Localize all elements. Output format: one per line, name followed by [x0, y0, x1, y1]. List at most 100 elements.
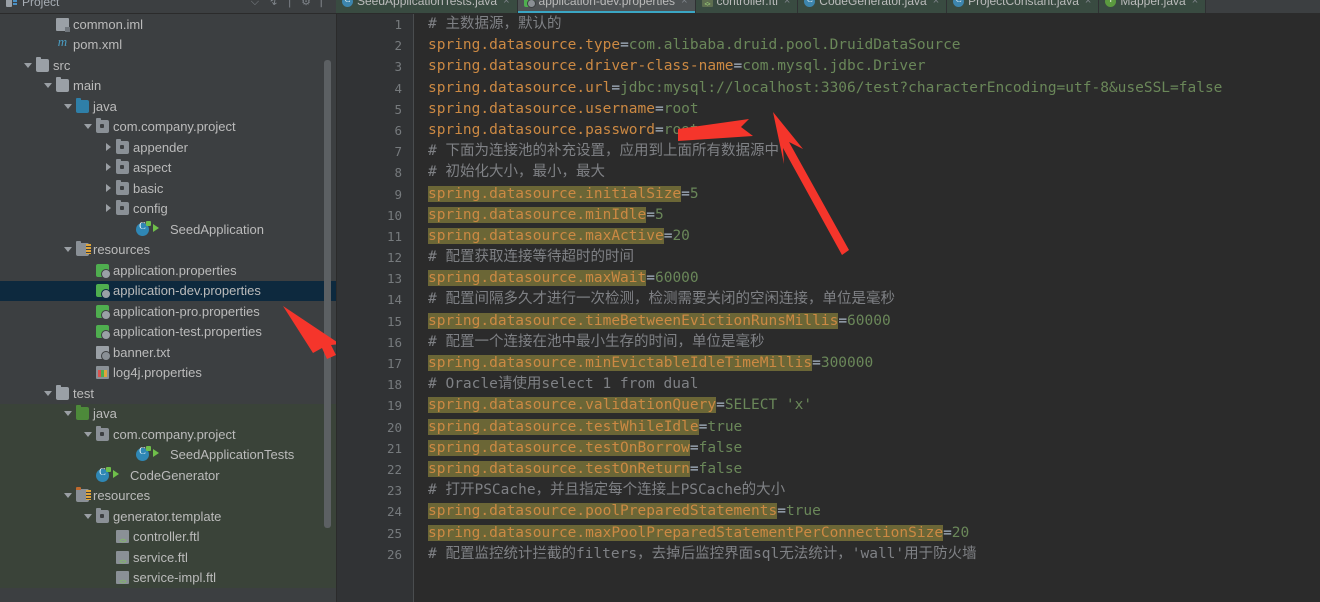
- chevron-down-icon[interactable]: [64, 409, 73, 418]
- tree-item-generator-template[interactable]: generator.template: [0, 506, 336, 527]
- editor-tab-seedapplicationtests-java[interactable]: SeedApplicationTests.java ×: [336, 0, 518, 13]
- tab-label: application-dev.properties: [538, 0, 676, 8]
- code-line[interactable]: spring.datasource.timeBetweenEvictionRun…: [414, 311, 1320, 332]
- tree-item-aspect[interactable]: aspect: [0, 158, 336, 179]
- tree-item-test[interactable]: test: [0, 383, 336, 404]
- code-line[interactable]: # Oracle请使用select 1 from dual: [414, 374, 1320, 395]
- tree-item-application-properties[interactable]: application.properties: [0, 260, 336, 281]
- tree-item-resources[interactable]: resources: [0, 240, 336, 261]
- chevron-right-icon[interactable]: [104, 163, 113, 172]
- tree-item-com-company-project[interactable]: com.company.project: [0, 424, 336, 445]
- close-icon[interactable]: ×: [1085, 0, 1091, 7]
- tree-item-pom-xml[interactable]: pom.xml: [0, 34, 336, 56]
- code-line[interactable]: # 初始化大小，最小，最大: [414, 162, 1320, 183]
- code-line[interactable]: # 下面为连接池的补充设置，应用到上面所有数据源中: [414, 141, 1320, 162]
- code-line[interactable]: spring.datasource.url=jdbc:mysql://local…: [414, 78, 1320, 99]
- chevron-down-icon[interactable]: [84, 122, 93, 131]
- code-line[interactable]: spring.datasource.minEvictableIdleTimeMi…: [414, 353, 1320, 374]
- editor-tab-controller-ftl[interactable]: controller.ftl ×: [695, 0, 799, 13]
- code-line[interactable]: spring.datasource.minIdle=5: [414, 205, 1320, 226]
- code-operator: =: [620, 37, 629, 54]
- line-number: 14: [386, 292, 402, 308]
- editor-tab-projectconstant-java[interactable]: ProjectConstant.java ×: [947, 0, 1100, 13]
- tree-item-config[interactable]: config: [0, 199, 336, 220]
- property-key: spring.datasource.url: [428, 79, 612, 96]
- code-line[interactable]: spring.datasource.maxPoolPreparedStateme…: [414, 523, 1320, 544]
- tab-label: controller.ftl: [716, 0, 778, 8]
- code-line[interactable]: # 主数据源，默认的: [414, 14, 1320, 35]
- chevron-right-icon[interactable]: [104, 142, 113, 152]
- editor-gutter[interactable]: 1 2 3 4 5 6 7 8 9 10 11 12 13 14 15 16 17 18 19 20 21 22 23 24 2…: [337, 14, 414, 602]
- editor-code-area[interactable]: # 主数据源，默认的 spring.datasource.type=com.ali…: [414, 14, 1320, 602]
- tree-item-application-pro-properties[interactable]: application-pro.properties: [0, 301, 336, 322]
- tree-item-java[interactable]: java: [0, 96, 336, 117]
- tree-item-appender[interactable]: appender: [0, 137, 336, 158]
- code-line[interactable]: spring.datasource.driver-class-name=com.…: [414, 56, 1320, 77]
- tree-item-banner-txt[interactable]: banner.txt: [0, 342, 336, 363]
- chevron-down-icon[interactable]: [64, 102, 73, 111]
- code-line[interactable]: spring.datasource.poolPreparedStatements…: [414, 501, 1320, 522]
- property-value: SELECT 'x': [724, 397, 813, 414]
- code-line[interactable]: spring.datasource.initialSize=5: [414, 184, 1320, 205]
- close-icon[interactable]: ×: [1192, 0, 1198, 7]
- tree-item-codegenerator[interactable]: CodeGenerator: [0, 465, 336, 486]
- tree-item-controller-ftl[interactable]: controller.ftl: [0, 526, 336, 547]
- tree-item-com-company-project[interactable]: com.company.project: [0, 117, 336, 138]
- editor-tab-application-dev-properties[interactable]: application-dev.properties ×: [517, 0, 696, 13]
- chevron-down-icon[interactable]: [84, 430, 93, 439]
- editor-tab-mapper-java[interactable]: Mapper.java ×: [1099, 0, 1207, 13]
- chevron-down-icon[interactable]: [24, 61, 33, 70]
- tree-item-src[interactable]: src: [0, 55, 336, 76]
- chevron-down-icon[interactable]: [44, 81, 53, 90]
- tree-item-seedapplication[interactable]: SeedApplication: [0, 219, 336, 240]
- code-line[interactable]: spring.datasource.maxWait=60000: [414, 268, 1320, 289]
- code-line[interactable]: spring.datasource.username=root: [414, 99, 1320, 120]
- code-line[interactable]: spring.datasource.validationQuery=SELECT…: [414, 395, 1320, 416]
- chevron-down-icon[interactable]: [64, 491, 73, 500]
- sidebar-scrollbar[interactable]: [324, 60, 331, 528]
- close-icon[interactable]: ×: [933, 0, 939, 7]
- chevron-down-icon[interactable]: [44, 389, 53, 398]
- code-line[interactable]: # 打开PSCache，并且指定每个连接上PSCache的大小: [414, 480, 1320, 501]
- close-icon[interactable]: ×: [784, 0, 790, 7]
- tree-item-resources[interactable]: resources: [0, 485, 336, 506]
- code-comment: # 主数据源，默认的: [428, 16, 562, 32]
- properties-file-icon: [96, 284, 111, 300]
- code-editor[interactable]: 1 2 3 4 5 6 7 8 9 10 11 12 13 14 15 16 17 18 19 20 21 22 23 24 2…: [337, 14, 1320, 602]
- code-line[interactable]: spring.datasource.testOnBorrow=false: [414, 438, 1320, 459]
- tree-item-common-iml[interactable]: common.iml: [0, 14, 336, 35]
- chevron-right-icon[interactable]: [104, 204, 113, 213]
- tree-item-basic[interactable]: basic: [0, 178, 336, 199]
- hide-icon[interactable]: ⎸: [321, 0, 332, 8]
- close-icon[interactable]: ×: [503, 0, 509, 7]
- chevron-down-icon[interactable]: [84, 512, 93, 521]
- tree-item-seedapplicationtests[interactable]: SeedApplicationTests: [0, 444, 336, 465]
- project-tree-panel[interactable]: common.iml pom.xmlsrcmain java com.company.…: [0, 14, 337, 602]
- code-line[interactable]: spring.datasource.testWhileIdle=true: [414, 417, 1320, 438]
- code-line[interactable]: spring.datasource.password=root: [414, 120, 1320, 141]
- code-line[interactable]: # 配置获取连接等待超时的时间: [414, 247, 1320, 268]
- tree-item-application-test-properties[interactable]: application-test.properties: [0, 322, 336, 343]
- tree-item-main[interactable]: main: [0, 76, 336, 97]
- locate-icon[interactable]: ↯: [269, 0, 278, 8]
- tree-item-java[interactable]: java: [0, 403, 336, 424]
- editor-tab-codegenerator-java[interactable]: CodeGenerator.java ×: [798, 0, 948, 13]
- line-number: 13: [386, 271, 402, 287]
- code-line[interactable]: # 配置监控统计拦截的filters，去掉后监控界面sql无法统计，'wall'…: [414, 544, 1320, 565]
- tree-item-service-ftl[interactable]: service.ftl: [0, 547, 336, 568]
- close-icon[interactable]: ×: [681, 0, 687, 7]
- tree-item-label: log4j.properties: [113, 365, 202, 381]
- code-line[interactable]: # 配置一个连接在池中最小生存的时间，单位是毫秒: [414, 332, 1320, 353]
- code-line[interactable]: spring.datasource.maxActive=20: [414, 226, 1320, 247]
- chevron-down-icon[interactable]: [64, 245, 73, 254]
- tree-item-service-impl-ftl[interactable]: service-impl.ftl: [0, 567, 336, 588]
- code-line[interactable]: spring.datasource.testOnReturn=false: [414, 459, 1320, 480]
- settings-icon[interactable]: ⚙: [301, 0, 311, 8]
- code-line[interactable]: spring.datasource.type=com.alibaba.druid…: [414, 35, 1320, 56]
- project-tool-window-header[interactable]: Project ⌵ ↯ | ⚙ ⎸: [0, 0, 336, 14]
- collapse-all-icon[interactable]: ⌵: [251, 0, 259, 8]
- tree-item-application-dev-properties[interactable]: application-dev.properties: [0, 280, 336, 301]
- code-line[interactable]: # 配置间隔多久才进行一次检测，检测需要关闭的空闲连接，单位是毫秒: [414, 289, 1320, 310]
- tree-item-log4j-properties[interactable]: log4j.properties: [0, 363, 336, 384]
- chevron-right-icon[interactable]: [104, 183, 113, 193]
